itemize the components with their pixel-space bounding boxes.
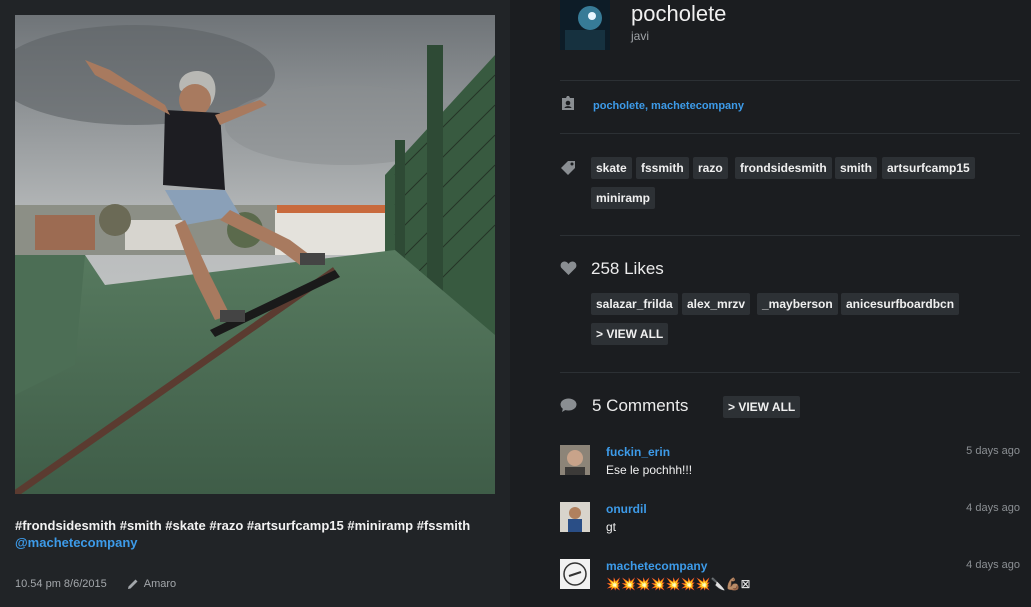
comments-view-all-button[interactable]: > VIEW ALL — [723, 396, 801, 418]
liker-pill[interactable]: salazar_frilda — [591, 293, 678, 315]
price-tag-icon — [561, 161, 575, 175]
comment-item: fuckin_erin Ese le pochhh!!! 5 days ago — [560, 445, 1020, 485]
caption-mention[interactable]: @machetecompany — [15, 534, 495, 551]
comment-username[interactable]: fuckin_erin — [606, 445, 670, 459]
tag-pill[interactable]: miniramp — [591, 187, 656, 209]
speech-bubble-icon — [560, 398, 577, 412]
comment-time: 4 days ago — [966, 502, 1020, 514]
comment-text: 💥💥💥💥💥💥💥🔪💪🏽⊠ — [606, 577, 751, 591]
tag-pill[interactable]: razo — [693, 157, 728, 179]
post-meta: 10.54 pm 8/6/2015 Amaro — [15, 578, 176, 590]
username[interactable]: pocholete — [631, 1, 726, 27]
liker-pill[interactable]: alex_mrzv — [682, 293, 751, 315]
avatar[interactable] — [560, 0, 610, 50]
comment-item: onurdil gt 4 days ago — [560, 502, 1020, 542]
comment-username[interactable]: onurdil — [606, 502, 647, 516]
tag-pill[interactable]: fssmith — [636, 157, 689, 179]
comment-text: gt — [606, 520, 617, 534]
comment-avatar[interactable] — [560, 502, 590, 532]
skateboarder-photo — [15, 15, 495, 494]
tag-pill[interactable]: artsurfcamp15 — [882, 157, 975, 179]
divider — [560, 133, 1020, 134]
likes-view-all-button[interactable]: > VIEW ALL — [591, 323, 669, 345]
post-caption: #frondsidesmith #smith #skate #razo #art… — [15, 517, 495, 551]
photo-panel: #frondsidesmith #smith #skate #razo #art… — [0, 0, 510, 607]
heart-icon — [560, 261, 577, 275]
comment-time: 5 days ago — [966, 445, 1020, 457]
tag-pill[interactable]: skate — [591, 157, 632, 179]
likes-count: 258 Likes — [591, 259, 664, 278]
comment-item: machetecompany 💥💥💥💥💥💥💥🔪💪🏽⊠ 4 days ago — [560, 559, 1020, 599]
comment-username[interactable]: machetecompany — [606, 559, 707, 573]
post-timestamp: 10.54 pm 8/6/2015 — [15, 578, 107, 590]
tag-pill[interactable]: smith — [835, 157, 878, 179]
divider — [560, 235, 1020, 236]
liker-pill[interactable]: anicesurfboardbcn — [841, 293, 960, 315]
liker-pill[interactable]: _mayberson — [757, 293, 838, 315]
comments-count: 5 Comments — [592, 396, 689, 415]
comment-avatar[interactable] — [560, 559, 590, 589]
tag-pill[interactable]: frondsidesmith — [735, 157, 832, 179]
divider — [560, 372, 1020, 373]
divider — [560, 80, 1020, 81]
person-tag-icon — [562, 96, 574, 110]
fullname: javi — [631, 29, 650, 43]
filter-info: Amaro — [127, 578, 176, 590]
comment-time: 4 days ago — [966, 559, 1020, 571]
filter-name: Amaro — [143, 578, 177, 590]
details-panel: pocholete javi pocholete, machetecompany… — [510, 0, 1031, 607]
post-photo[interactable] — [15, 15, 495, 494]
tagged-users[interactable]: pocholete, machetecompany — [593, 100, 744, 112]
comment-text: Ese le pochhh!!! — [606, 463, 693, 477]
pencil-icon — [127, 579, 138, 589]
caption-hashtags[interactable]: #frondsidesmith #smith #skate #razo #art… — [15, 518, 470, 533]
comment-avatar[interactable] — [560, 445, 590, 475]
